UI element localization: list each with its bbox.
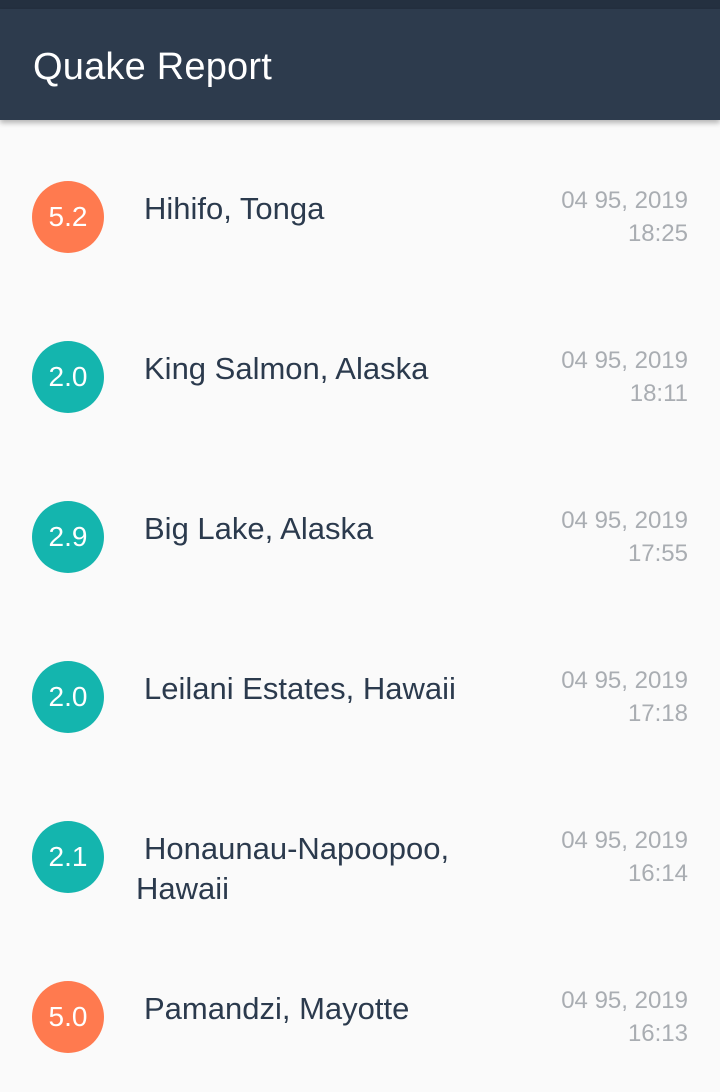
- earthquake-item[interactable]: 5.0 Pamandzi, Mayotte 04 95, 2019 16:13: [0, 920, 720, 1080]
- location-text: Leilani Estates, Hawaii: [144, 671, 456, 706]
- status-bar: [0, 0, 720, 9]
- time-text: 17:55: [627, 540, 688, 567]
- magnitude-circle: 2.0: [32, 661, 104, 733]
- earthquake-item[interactable]: 2.0 King Salmon, Alaska 04 95, 2019 18:1…: [0, 280, 720, 440]
- magnitude-circle: 2.0: [32, 341, 104, 413]
- location-text: Honaunau-Napoopoo, Hawaii: [136, 831, 450, 906]
- earthquake-item[interactable]: 2.9 Big Lake, Alaska 04 95, 2019 17:55: [0, 440, 720, 600]
- magnitude-circle: 5.2: [32, 181, 104, 253]
- location-text: Pamandzi, Mayotte: [144, 991, 410, 1026]
- location-text: Hihifo, Tonga: [144, 191, 325, 226]
- date-text: 04 95, 2019: [561, 347, 688, 374]
- time-text: 16:13: [627, 1020, 688, 1047]
- date-time: 04 95, 2019 17:55: [561, 504, 688, 570]
- date-time: 04 95, 2019 16:14: [561, 824, 688, 890]
- magnitude-circle: 2.1: [32, 821, 104, 893]
- date-text: 04 95, 2019: [561, 667, 688, 694]
- time-text: 16:14: [627, 860, 688, 887]
- time-text: 18:25: [627, 220, 688, 247]
- time-text: 17:18: [627, 700, 688, 727]
- earthquake-list[interactable]: 5.2 Hihifo, Tonga 04 95, 2019 18:25 2.0 …: [0, 120, 720, 1092]
- location-text: Big Lake, Alaska: [144, 511, 374, 546]
- date-time: 04 95, 2019 16:13: [561, 984, 688, 1050]
- location-text: King Salmon, Alaska: [144, 351, 429, 386]
- earthquake-item[interactable]: 2.1 Honaunau-Napoopoo, Hawaii 04 95, 201…: [0, 760, 720, 920]
- earthquake-item[interactable]: 5.2 Hihifo, Tonga 04 95, 2019 18:25: [0, 120, 720, 280]
- date-text: 04 95, 2019: [561, 187, 688, 214]
- date-text: 04 95, 2019: [561, 827, 688, 854]
- date-text: 04 95, 2019: [561, 507, 688, 534]
- date-text: 04 95, 2019: [561, 987, 688, 1014]
- earthquake-item[interactable]: 2.0 Leilani Estates, Hawaii 04 95, 2019 …: [0, 600, 720, 760]
- date-time: 04 95, 2019 18:25: [561, 184, 688, 250]
- app-bar: Quake Report: [0, 9, 720, 120]
- magnitude-circle: 5.0: [32, 981, 104, 1053]
- magnitude-circle: 2.9: [32, 501, 104, 573]
- app-title: Quake Report: [33, 46, 272, 88]
- date-time: 04 95, 2019 18:11: [561, 344, 688, 410]
- time-text: 18:11: [629, 380, 688, 407]
- date-time: 04 95, 2019 17:18: [561, 664, 688, 730]
